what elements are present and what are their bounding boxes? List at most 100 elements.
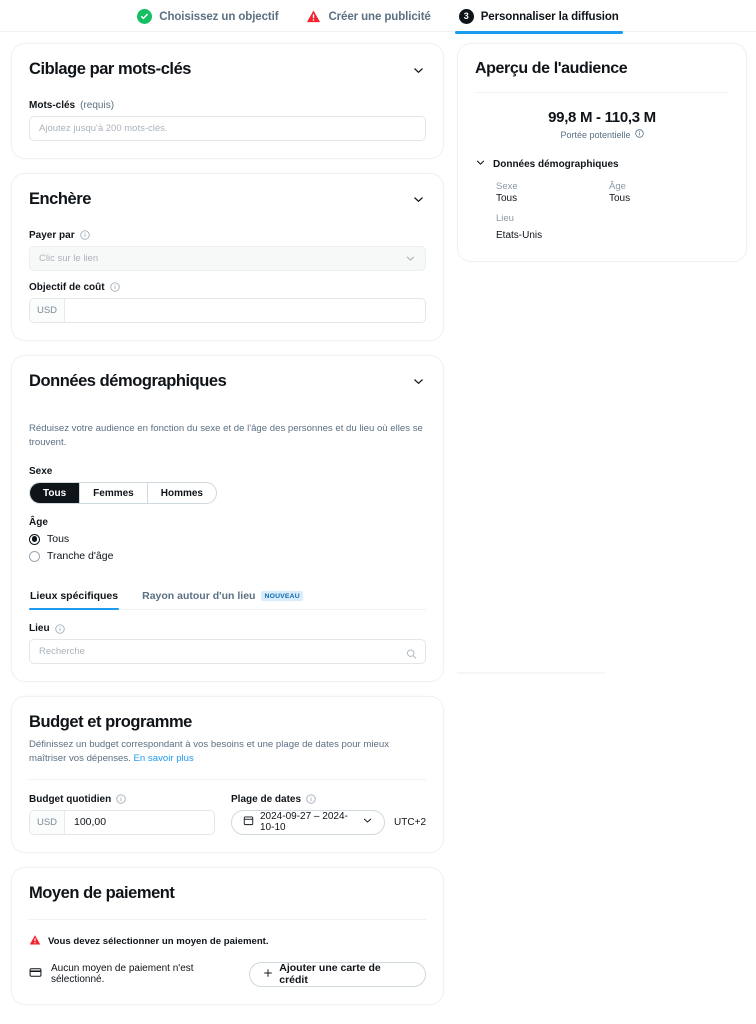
daily-budget-input[interactable]: 100,00 <box>65 811 214 834</box>
keyword-targeting-card: Ciblage par mots-clés Mots-clés (requis)… <box>11 43 444 159</box>
currency-prefix: USD <box>30 298 65 322</box>
pay-by-label: Payer par <box>29 230 426 241</box>
tab-label: Rayon autour d'un lieu <box>142 590 256 603</box>
plus-icon <box>263 968 273 981</box>
check-circle-icon <box>137 9 153 24</box>
card-header: Ciblage par mots-clés <box>29 60 426 80</box>
tab-radius-around-place[interactable]: Rayon autour d'un lieu NOUVEAU <box>141 584 304 609</box>
card-title: Données démographiques <box>29 371 227 390</box>
page-columns: Ciblage par mots-clés Mots-clés (requis)… <box>0 32 756 1019</box>
credit-card-icon <box>29 966 42 982</box>
info-icon[interactable] <box>79 230 90 240</box>
age-radio-range-label: Tranche d'âge <box>47 550 114 563</box>
tab-specific-places[interactable]: Lieux spécifiques <box>29 584 120 611</box>
bid-card: Enchère Payer par Clic sur le lien Objec… <box>11 172 444 341</box>
date-range-label: Plage de dates <box>231 794 426 805</box>
audience-demographics-toggle[interactable]: Données démographiques <box>475 157 729 171</box>
warning-triangle-icon <box>29 934 41 949</box>
audience-demographics-heading: Données démographiques <box>493 158 619 170</box>
chevron-down-icon <box>475 157 486 171</box>
daily-budget-label: Budget quotidien <box>29 794 215 805</box>
payment-status: Aucun moyen de paiement n'est sélectionn… <box>29 963 249 985</box>
reach-label-text: Portée potentielle <box>560 129 631 140</box>
info-icon[interactable] <box>634 129 644 140</box>
keywords-label-text: Mots-clés <box>29 99 76 111</box>
daily-budget-label-text: Budget quotidien <box>29 793 112 805</box>
right-column-divider <box>457 672 605 674</box>
reach-label: Portée potentielle <box>475 129 729 140</box>
budget-description: Définissez un budget correspondant à vos… <box>29 738 426 766</box>
info-icon[interactable] <box>109 282 120 292</box>
card-title: Ciblage par mots-clés <box>29 60 192 78</box>
cost-goal-input-group: USD <box>29 297 426 323</box>
age-radio-all[interactable]: Tous <box>29 533 426 545</box>
payment-status-row: Aucun moyen de paiement n'est sélectionn… <box>29 961 426 987</box>
chevron-down-icon[interactable] <box>410 192 426 208</box>
audience-summary-card: Aperçu de l'audience 99,8 M - 110,3 M Po… <box>457 43 747 262</box>
budget-schedule-card: Budget et programme Définissez un budget… <box>11 696 444 853</box>
step-create-ad[interactable]: Créer une publicité <box>306 1 431 33</box>
info-icon[interactable] <box>116 794 126 804</box>
tab-label: Lieux spécifiques <box>30 590 119 603</box>
potential-reach: 99,8 M - 110,3 M Portée potentielle <box>475 109 729 140</box>
step-label: Choisissez un objectif <box>159 10 279 23</box>
cost-goal-input[interactable] <box>65 299 425 322</box>
demographics-description: Réduisez votre audience en fonction du s… <box>29 423 423 449</box>
learn-more-link[interactable]: En savoir plus <box>134 753 194 764</box>
calendar-icon <box>243 815 254 829</box>
card-header: Données démographiques <box>29 372 426 392</box>
gender-label: Sexe <box>29 466 426 477</box>
gender-option-all[interactable]: Tous <box>30 483 81 504</box>
radio-icon <box>29 533 40 545</box>
date-range-row: 2024-09-27 – 2024-10-10 UTC+2 <box>231 809 426 835</box>
step-customize-delivery[interactable]: 3 Personnaliser la diffusion <box>454 1 623 34</box>
demo-value: Tous <box>496 193 518 204</box>
age-radio-range[interactable]: Tranche d'âge <box>29 550 426 562</box>
date-range-group: Plage de dates 2024-09-27 – 2024-10-10 U… <box>231 794 426 835</box>
location-tabs: Lieux spécifiques Rayon autour d'un lieu… <box>29 584 426 611</box>
step-label: Créer une publicité <box>328 10 431 23</box>
budget-fields-row: Budget quotidien USD 100,00 Plage de dat… <box>29 794 426 835</box>
pay-by-select[interactable]: Clic sur le lien <box>29 245 426 271</box>
keywords-input[interactable]: Ajoutez jusqu'à 200 mots-clés. <box>29 115 426 141</box>
divider <box>475 92 729 93</box>
date-range-picker-button[interactable]: 2024-09-27 – 2024-10-10 <box>231 809 386 835</box>
reach-value: 99,8 M - 110,3 M <box>548 109 656 126</box>
gender-segmented-control: Tous Femmes Hommes <box>29 482 217 505</box>
payment-warning: Vous devez sélectionner un moyen de paie… <box>29 934 426 949</box>
step-label: Personnaliser la diffusion <box>480 10 619 23</box>
step-choose-objective[interactable]: Choisissez un objectif <box>137 1 279 33</box>
chevron-down-icon[interactable] <box>410 374 426 390</box>
ads-delivery-customization-page: Choisissez un objectif Créer une publici… <box>0 0 756 1024</box>
card-title: Moyen de paiement <box>29 883 175 902</box>
age-label-text: Âge <box>29 517 48 529</box>
date-range-label-text: Plage de dates <box>231 793 302 805</box>
card-header: Enchère <box>29 190 426 210</box>
place-label: Lieu <box>29 623 426 634</box>
place-search-input[interactable]: Recherche <box>29 639 426 665</box>
currency-prefix: USD <box>30 810 65 834</box>
gender-option-women[interactable]: Femmes <box>80 483 148 504</box>
card-title: Enchère <box>29 189 91 208</box>
payment-status-text: Aucun moyen de paiement n'est sélectionn… <box>51 963 194 986</box>
gender-label-text: Sexe <box>29 466 53 478</box>
keywords-field-label: Mots-clés (requis) <box>29 100 426 111</box>
gender-option-men[interactable]: Hommes <box>148 483 216 503</box>
chevron-down-icon[interactable] <box>410 62 426 78</box>
demo-value: Tous <box>609 193 631 204</box>
demo-key: Âge <box>609 181 626 192</box>
audience-column: Aperçu de l'audience 99,8 M - 110,3 M Po… <box>457 43 747 674</box>
daily-budget-group: Budget quotidien USD 100,00 <box>29 794 215 835</box>
info-icon[interactable] <box>54 624 65 634</box>
info-icon[interactable] <box>306 794 316 804</box>
place-label-text: Lieu <box>29 623 50 635</box>
demo-value: Etats-Unis <box>496 230 543 241</box>
demographics-card: Données démographiques Réduisez votre au… <box>11 354 444 683</box>
divider <box>29 778 426 780</box>
cost-goal-label: Objectif de coût <box>29 282 426 293</box>
add-credit-card-button[interactable]: Ajouter une carte de crédit <box>249 961 426 987</box>
keywords-required-text: (requis) <box>80 99 115 111</box>
